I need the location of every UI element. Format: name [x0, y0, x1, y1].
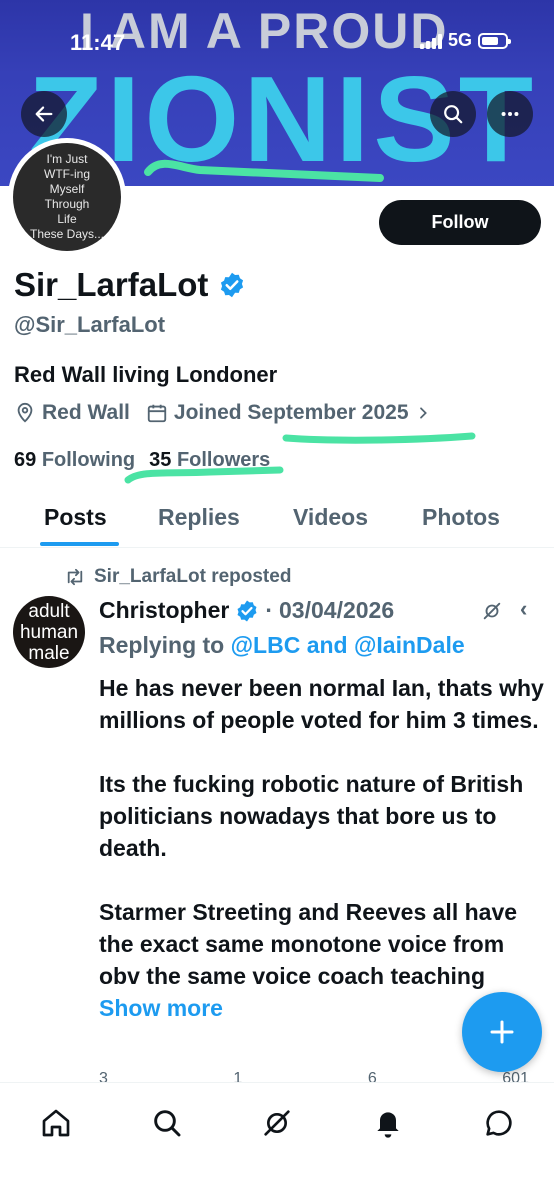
replying-to: Replying to @LBC and @IainDale [99, 632, 465, 659]
status-time: 11:47 [70, 30, 126, 55]
followers-link[interactable]: 35 Followers [149, 449, 270, 472]
following-count: 69 [14, 449, 37, 471]
grok-icon [264, 1110, 290, 1136]
avatar-text-line: Myself [49, 182, 85, 196]
post-author-name[interactable]: Christopher [99, 597, 229, 624]
post-separator: · [265, 597, 274, 623]
display-name-text: Sir_LarfaLot [14, 266, 209, 303]
avatar-text-line: human [19, 621, 79, 643]
post-paragraph: Starmer Streeting and Reeves all have th… [99, 899, 518, 989]
bottom-nav [0, 1082, 554, 1200]
avatar-text-line: Through [44, 197, 90, 211]
profile-tabs: Posts Replies Videos Photos [0, 486, 554, 548]
avatar-text-line: I'm Just [46, 152, 88, 166]
messages-icon [486, 1110, 512, 1136]
repost-icon [67, 568, 83, 586]
status-icons: 5G [419, 30, 511, 51]
post-date[interactable]: 03/04/2026 [279, 597, 394, 624]
nav-notifications[interactable] [368, 1103, 408, 1143]
joined-text: Joined September 2025 [173, 401, 409, 424]
back-arrow-icon [35, 106, 53, 122]
following-label: Following [41, 449, 136, 471]
tab-replies[interactable]: Replies [158, 504, 240, 531]
followers-count: 35 [149, 449, 172, 471]
repost-indicator: Sir_LarfaLot reposted [64, 566, 291, 588]
home-icon [42, 1109, 70, 1137]
post-paragraph: He has never been normal Ian, thats why … [99, 675, 544, 733]
nav-messages[interactable] [479, 1103, 519, 1143]
repost-label[interactable]: Sir_LarfaLot reposted [94, 566, 291, 588]
display-name: Sir_LarfaLot [14, 266, 246, 304]
nav-home[interactable] [36, 1103, 76, 1143]
post-header: Christopher · 03/04/2026 [99, 597, 394, 624]
compose-icon [490, 1020, 514, 1044]
show-more-link[interactable]: Show more [99, 995, 223, 1021]
profile-bio: Red Wall living Londoner [14, 362, 278, 387]
calendar-icon [147, 404, 167, 423]
followers-label: Followers [176, 449, 271, 471]
tab-videos[interactable]: Videos [293, 504, 368, 531]
avatar-text-line: adult [28, 600, 70, 622]
post-author-avatar[interactable]: adult human male [13, 596, 85, 668]
profile-avatar[interactable]: I'm Just WTF-ing Myself Through Life The… [8, 138, 126, 256]
more-icon [501, 111, 519, 117]
post-paragraph: Its the fucking robotic nature of Britis… [99, 771, 524, 861]
avatar-text-line: These Days... [29, 227, 105, 241]
verified-icon[interactable] [218, 271, 246, 299]
verified-icon [237, 600, 257, 621]
location-text: Red Wall [42, 401, 130, 424]
search-button[interactable] [430, 91, 476, 137]
battery-icon [478, 32, 511, 49]
profile-meta: Red Wall Joined September 2025 [14, 401, 431, 425]
avatar-text-line: male [28, 642, 70, 664]
post-body: He has never been normal Ian, thats why … [99, 672, 544, 1024]
nav-explore[interactable] [147, 1103, 187, 1143]
avatar-image: I'm Just WTF-ing Myself Through Life The… [13, 143, 121, 251]
location-item: Red Wall [14, 401, 130, 425]
chevron-right-icon [419, 407, 427, 419]
grok-icon[interactable] [481, 600, 503, 622]
location-icon [17, 402, 33, 423]
compose-button[interactable] [462, 992, 542, 1072]
network-label: 5G [447, 30, 472, 50]
more-options-button[interactable] [487, 91, 533, 137]
replying-prefix: Replying to [99, 632, 225, 658]
joined-item[interactable]: Joined September 2025 [146, 401, 431, 425]
avatar-text-line: Life [57, 212, 77, 226]
signal-icon [419, 33, 442, 49]
highlight-stroke-joined [282, 432, 476, 444]
avatar-text-line: WTF-ing [44, 167, 90, 181]
follow-button[interactable]: Follow [379, 200, 541, 245]
post-more-button[interactable]: ‹ [520, 596, 527, 622]
search-icon [444, 105, 463, 124]
follow-counts: 69 Following 35 Followers [14, 449, 270, 472]
following-link[interactable]: 69 Following [14, 449, 135, 472]
profile-handle: @Sir_LarfaLot [14, 312, 166, 337]
tab-posts[interactable]: Posts [44, 504, 107, 531]
explore-icon [154, 1110, 181, 1137]
back-button[interactable] [21, 91, 67, 137]
notifications-icon [377, 1112, 399, 1138]
replying-to-links[interactable]: @LBC and @IainDale [231, 632, 465, 658]
nav-grok[interactable] [257, 1103, 297, 1143]
active-tab-indicator [40, 542, 119, 546]
tab-photos[interactable]: Photos [422, 504, 500, 531]
